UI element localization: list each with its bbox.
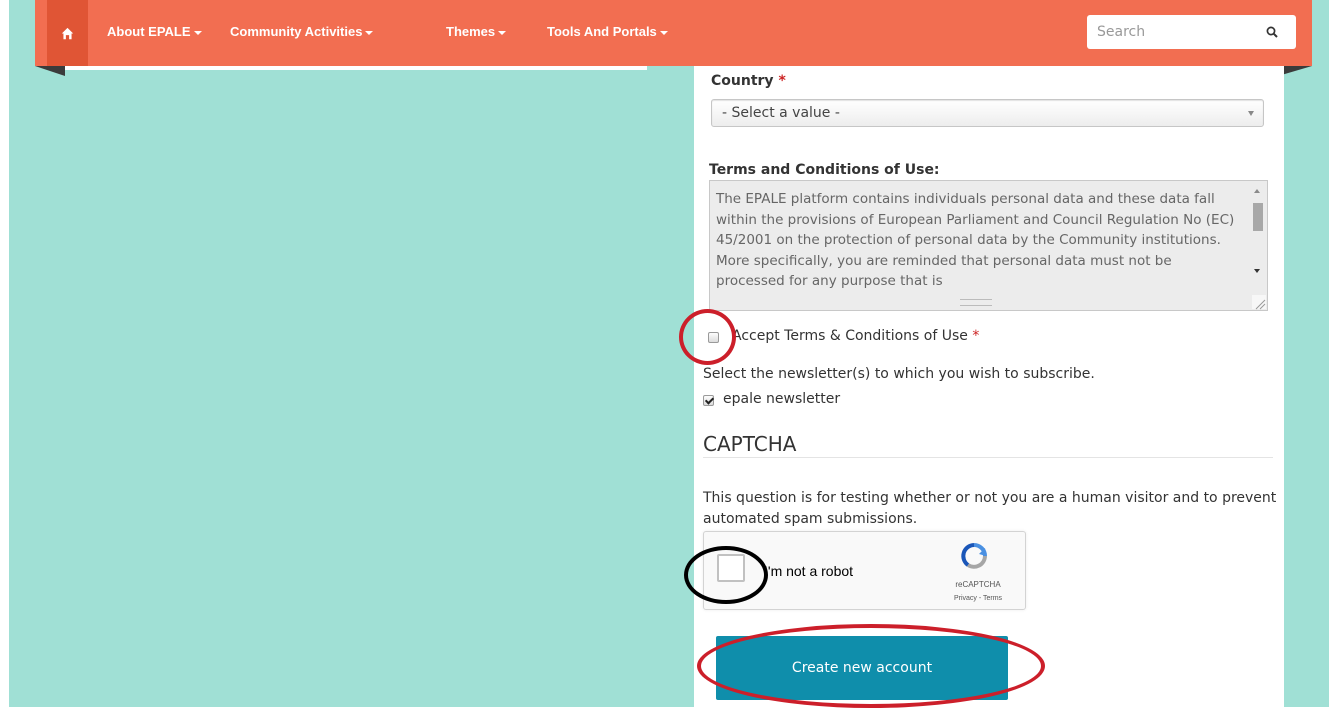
recaptcha-privacy-terms-link[interactable]: Privacy - Terms	[943, 595, 1013, 602]
nav-item-label: Themes	[446, 24, 496, 39]
nav-item-label: About EPALE	[107, 24, 191, 39]
ribbon-corner-left	[35, 66, 65, 76]
accept-terms-checkbox[interactable]	[708, 332, 719, 343]
recaptcha-logo-icon	[961, 543, 987, 569]
country-label-text: Country	[711, 73, 774, 89]
search-input[interactable]	[1087, 15, 1247, 49]
search-box	[1087, 15, 1296, 49]
accept-terms-label-text: Accept Terms & Conditions of Use	[732, 328, 968, 344]
home-button[interactable]	[47, 0, 88, 66]
scroll-up-arrow-icon[interactable]	[1254, 189, 1260, 193]
required-mark: *	[972, 328, 980, 344]
country-select-value: - Select a value -	[722, 105, 840, 121]
accept-terms-label: Accept Terms & Conditions of Use *	[732, 328, 979, 344]
country-select[interactable]: - Select a value -	[711, 99, 1264, 127]
recaptcha-label: I'm not a robot	[764, 563, 854, 579]
recaptcha-checkbox[interactable]	[717, 554, 745, 582]
search-icon	[1266, 26, 1278, 38]
nav-about-epale[interactable]: About EPALE	[107, 24, 202, 39]
captcha-description: This question is for testing whether or …	[703, 490, 1277, 527]
captcha-divider	[703, 457, 1273, 458]
scroll-down-arrow-icon[interactable]	[1254, 269, 1260, 273]
chevron-down-icon	[498, 30, 507, 35]
terms-text: The EPALE platform contains individuals …	[716, 191, 1235, 289]
recaptcha-brand: reCAPTCHA	[955, 580, 1001, 589]
home-icon	[61, 27, 74, 39]
content-strip	[65, 66, 647, 70]
nav-item-label: Tools And Portals	[547, 24, 657, 39]
terms-label: Terms and Conditions of Use:	[709, 162, 940, 178]
nav-themes[interactable]: Themes	[446, 24, 507, 39]
chevron-down-icon	[193, 30, 202, 35]
main-navbar: About EPALE Community Activities Themes …	[35, 0, 1312, 66]
newsletter-option-label: epale newsletter	[723, 391, 841, 407]
terms-textarea[interactable]: The EPALE platform contains individuals …	[709, 180, 1268, 311]
nav-item-label: Community Activities	[230, 24, 363, 39]
dropdown-arrow-icon	[1248, 111, 1254, 116]
resize-handle-icon[interactable]	[1252, 295, 1266, 310]
recaptcha-widget: I'm not a robot reCAPTCHA Privacy - Term…	[703, 531, 1026, 610]
textarea-grippie[interactable]	[960, 299, 992, 306]
terms-scrollbar[interactable]	[1249, 181, 1267, 289]
required-mark: *	[778, 73, 786, 89]
nav-tools-and-portals[interactable]: Tools And Portals	[547, 24, 668, 39]
search-button[interactable]	[1257, 21, 1287, 43]
scroll-thumb[interactable]	[1253, 203, 1263, 231]
captcha-title: CAPTCHA	[703, 432, 797, 456]
create-account-button[interactable]: Create new account	[716, 636, 1008, 700]
newsletter-checkbox[interactable]	[703, 395, 714, 406]
chevron-down-icon	[659, 30, 668, 35]
newsletter-prompt: Select the newsletter(s) to which you wi…	[703, 366, 1095, 382]
chevron-down-icon	[365, 30, 374, 35]
nav-community-activities[interactable]: Community Activities	[230, 24, 374, 39]
country-label: Country *	[711, 73, 786, 89]
